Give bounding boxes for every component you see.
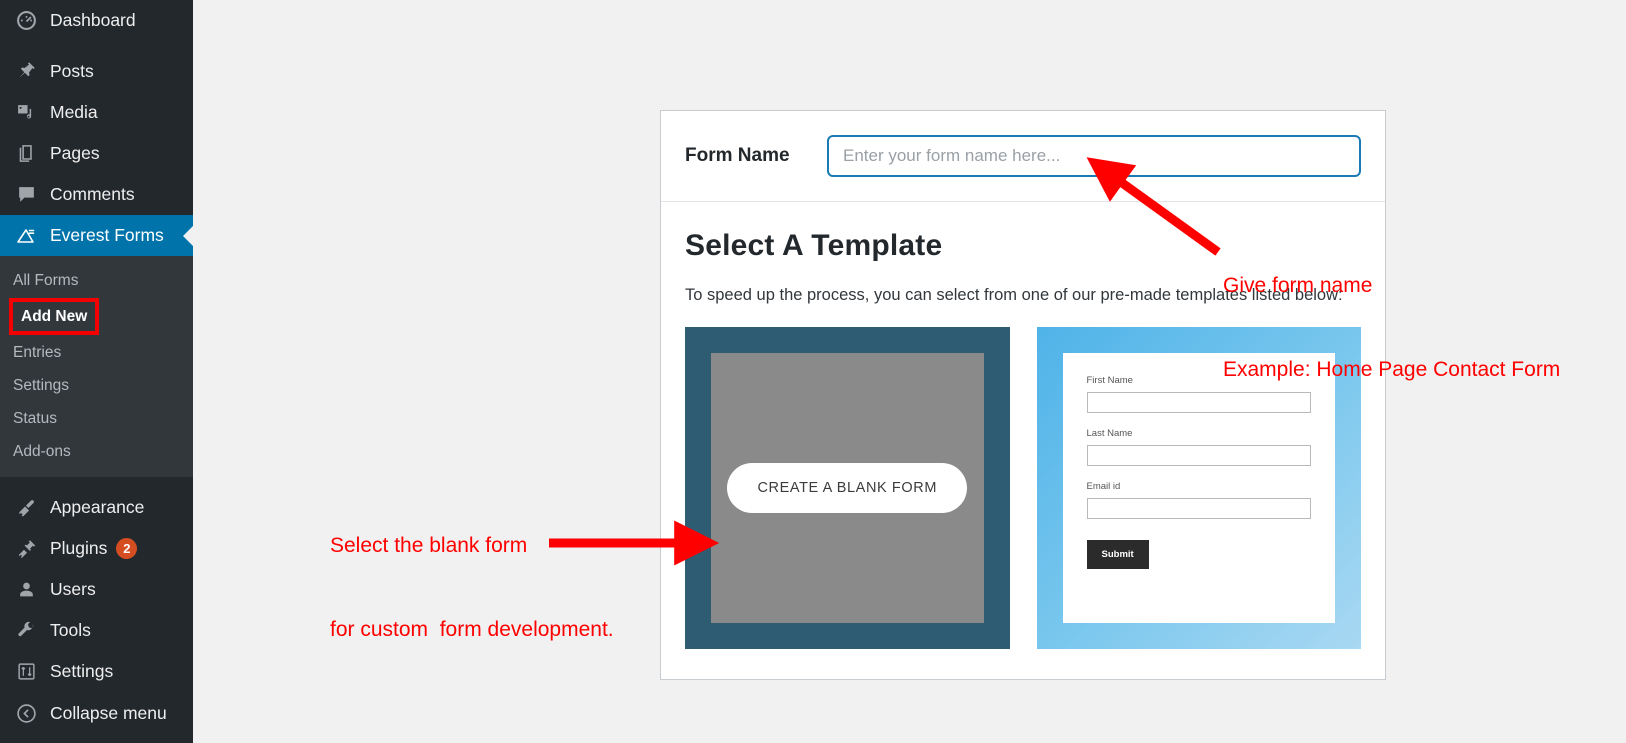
preview-submit-button: Submit xyxy=(1086,540,1149,569)
sidebar-divider-2 xyxy=(0,477,193,487)
comments-icon xyxy=(13,184,39,206)
submenu-item-settings[interactable]: Settings xyxy=(0,369,193,402)
pin-icon xyxy=(13,61,39,83)
annotation-blank-form-line1: Select the blank form xyxy=(330,534,528,557)
annotation-form-name: Give form name Example: Home Page Contac… xyxy=(1223,216,1560,440)
create-blank-form-button[interactable]: CREATE A BLANK FORM xyxy=(727,463,968,513)
sidebar-item-settings[interactable]: Settings xyxy=(0,651,193,692)
submenu-item-entries[interactable]: Entries xyxy=(0,336,193,369)
submenu-item-label: All Forms xyxy=(13,272,79,289)
admin-sidebar: Dashboard Posts Media Pages Comments Eve… xyxy=(0,0,193,743)
sidebar-item-everest-forms[interactable]: Everest Forms xyxy=(0,215,193,256)
annotation-form-name-line2: Example: Home Page Contact Form xyxy=(1223,358,1561,381)
submenu-item-all-forms[interactable]: All Forms xyxy=(0,264,193,297)
collapse-icon xyxy=(13,702,39,724)
sidebar-item-label: Media xyxy=(50,102,98,122)
sidebar-item-label: Posts xyxy=(50,61,94,81)
sidebar-item-label: Plugins xyxy=(50,538,108,558)
user-icon xyxy=(13,579,39,601)
annotation-blank-form: Select the blank form for custom form de… xyxy=(330,476,614,700)
submenu-item-add-ons[interactable]: Add-ons xyxy=(0,435,193,468)
sidebar-item-plugins[interactable]: Plugins 2 xyxy=(0,528,193,569)
sidebar-item-label: Tools xyxy=(50,620,91,640)
sidebar-item-media[interactable]: Media xyxy=(0,92,193,133)
preview-field-input-last-name xyxy=(1086,445,1311,466)
wrench-icon xyxy=(13,620,39,642)
sidebar-item-collapse-menu[interactable]: Collapse menu xyxy=(0,702,193,724)
form-name-label: Form Name xyxy=(685,145,790,166)
everest-forms-icon xyxy=(13,225,39,247)
sidebar-item-dashboard[interactable]: Dashboard xyxy=(0,0,193,41)
everest-forms-submenu: All Forms Add New Entries Settings Statu… xyxy=(0,256,193,477)
submenu-item-label: Status xyxy=(13,410,57,427)
blank-form-overlay: CREATE A BLANK FORM xyxy=(711,353,984,623)
submenu-item-label: Add New xyxy=(21,308,88,325)
sidebar-item-label: Comments xyxy=(50,184,135,204)
preview-field-input-email-id xyxy=(1086,498,1311,519)
plugins-update-badge: 2 xyxy=(116,538,138,559)
sidebar-item-label: Collapse menu xyxy=(50,702,167,723)
sidebar-divider xyxy=(0,41,193,51)
submenu-item-add-new[interactable]: Add New xyxy=(9,298,100,335)
pages-icon xyxy=(13,143,39,165)
sidebar-item-appearance[interactable]: Appearance xyxy=(0,487,193,528)
sidebar-item-posts[interactable]: Posts xyxy=(0,51,193,92)
plug-icon xyxy=(13,538,39,560)
submenu-item-label: Settings xyxy=(13,377,70,394)
brush-icon xyxy=(13,497,39,519)
sidebar-item-label: Pages xyxy=(50,143,100,163)
wordpress-admin-screen: Dashboard Posts Media Pages Comments Eve… xyxy=(0,0,1626,743)
sidebar-item-comments[interactable]: Comments xyxy=(0,174,193,215)
sidebar-item-tools[interactable]: Tools xyxy=(0,610,193,651)
submenu-item-add-new-wrap: Add New xyxy=(0,297,193,336)
preview-field-label-email-id: Email id xyxy=(1086,481,1121,492)
sidebar-item-users[interactable]: Users xyxy=(0,569,193,610)
media-icon xyxy=(13,102,39,124)
sliders-icon xyxy=(13,661,39,683)
form-name-row: Form Name xyxy=(661,111,1385,202)
sidebar-divider-3 xyxy=(0,692,193,702)
sidebar-item-label: Everest Forms xyxy=(50,225,164,245)
sidebar-item-label: Settings xyxy=(50,661,114,681)
sidebar-item-label: Appearance xyxy=(50,497,145,517)
annotation-form-name-line1: Give form name xyxy=(1223,274,1373,297)
dashboard-icon xyxy=(13,10,39,32)
sidebar-item-pages[interactable]: Pages xyxy=(0,133,193,174)
template-card-blank-form[interactable]: CREATE A BLANK FORM xyxy=(685,327,1010,649)
submenu-item-label: Entries xyxy=(13,344,62,361)
submenu-item-label: Add-ons xyxy=(13,443,71,460)
submenu-item-status[interactable]: Status xyxy=(0,402,193,435)
form-name-input[interactable] xyxy=(827,135,1361,177)
sidebar-item-label: Dashboard xyxy=(50,10,136,30)
annotation-blank-form-line2: for custom form development. xyxy=(330,618,614,641)
sidebar-item-label: Users xyxy=(50,579,96,599)
